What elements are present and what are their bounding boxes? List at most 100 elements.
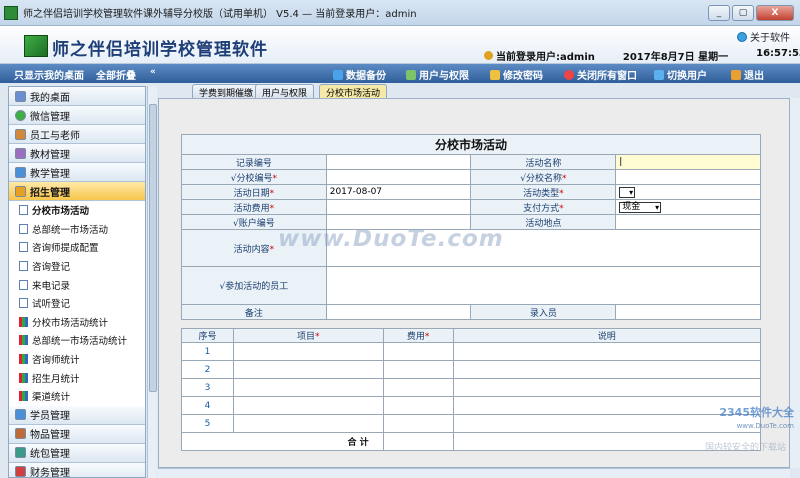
toolbar-button-exit[interactable]: 退出	[731, 67, 764, 82]
sidebar-item-commission-config[interactable]: 咨询师提成配置	[9, 238, 145, 257]
database-icon	[333, 69, 343, 80]
sidebar-section-goods[interactable]: 物品管理	[9, 424, 145, 444]
sidebar-item-consultant-stats[interactable]: 咨询师统计	[9, 350, 145, 369]
fee-cell[interactable]	[382, 360, 454, 379]
participants-field[interactable]	[325, 266, 762, 305]
activity-location-field[interactable]	[615, 214, 761, 230]
desc-cell[interactable]	[452, 360, 762, 379]
item-cell[interactable]	[232, 396, 384, 415]
branch-no-field[interactable]	[325, 169, 472, 185]
sidebar-section-label: 我的桌面	[30, 92, 70, 104]
sidebar-section-package[interactable]: 统包管理	[9, 443, 145, 463]
entered-by-field[interactable]	[615, 304, 761, 320]
sidebar-section-staff[interactable]: 员工与老师	[9, 125, 145, 144]
item-cell[interactable]	[232, 360, 384, 379]
sidebar-section-teaching[interactable]: 教学管理	[9, 163, 145, 182]
sidebar-section-textbook[interactable]: 教材管理	[9, 144, 145, 163]
toolbar-button-password[interactable]: 修改密码	[490, 67, 543, 82]
minimize-button[interactable]: _	[708, 5, 730, 21]
toolbar-button-users[interactable]: 用户与权限	[406, 67, 469, 82]
row-number: 3	[181, 378, 234, 397]
fee-cell[interactable]	[382, 342, 454, 361]
tab-tuition-reminder[interactable]: 学费到期催缴	[192, 84, 261, 99]
payment-method-select[interactable]: 现金	[619, 201, 662, 213]
fee-cell[interactable]	[382, 378, 454, 397]
sidebar-section-desktop[interactable]: 我的桌面	[9, 87, 145, 106]
collapse-all-button[interactable]: 全部折叠	[96, 67, 136, 82]
toolbar-button-switch-user[interactable]: 切换用户	[654, 67, 707, 82]
table-row[interactable]: 1	[181, 342, 762, 361]
desc-cell[interactable]	[452, 396, 762, 415]
window-title: 师之伴侣培训学校管理软件课外辅导分校版（试用单机） V5.4 — 当前登录用户：…	[23, 9, 417, 20]
content-h-scrollbar[interactable]	[158, 468, 790, 478]
sidebar-item-branch-activity[interactable]: 分校市场活动	[9, 201, 145, 220]
desc-cell[interactable]	[452, 378, 762, 397]
sidebar-item-hq-activity[interactable]: 总部统一市场活动	[9, 220, 145, 239]
toolbar-button-label: 用户与权限	[419, 71, 469, 82]
record-no-field[interactable]	[325, 154, 472, 170]
staff-icon	[15, 128, 26, 140]
activity-type-field[interactable]	[615, 184, 761, 200]
activity-date-label: 活动日期*	[181, 184, 327, 200]
about-button[interactable]: 关于软件	[737, 29, 790, 44]
row-number: 1	[181, 342, 234, 361]
tab-branch-activity[interactable]: 分校市场活动	[319, 84, 388, 99]
tab-user-permissions[interactable]: 用户与权限	[255, 84, 315, 99]
sidebar-section-label: 统包管理	[30, 449, 70, 461]
show-desktop-only-button[interactable]: 只显示我的桌面	[14, 67, 84, 82]
fee-cell[interactable]	[382, 414, 454, 433]
item-cell[interactable]	[232, 378, 384, 397]
col-desc: 说明	[452, 328, 762, 343]
branch-name-field[interactable]	[615, 169, 761, 185]
sidebar-scroll-thumb[interactable]	[149, 104, 157, 392]
sidebar-section-students[interactable]: 学员管理	[9, 405, 145, 425]
branch-name-label: √分校名称*	[470, 169, 617, 185]
required-mark: *	[559, 203, 564, 214]
table-row[interactable]: 4	[181, 396, 762, 415]
form-title: 分校市场活动	[181, 134, 761, 155]
sidebar-section-wechat[interactable]: 微信管理	[9, 106, 145, 125]
sidebar-item-consult-register[interactable]: 咨询登记	[9, 257, 145, 276]
item-cell[interactable]	[232, 414, 384, 433]
sidebar-item-channel-stats[interactable]: 渠道统计	[9, 387, 145, 406]
sidebar-item-label: 招生月统计	[32, 373, 80, 385]
sidebar-item-call-records[interactable]: 来电记录	[9, 275, 145, 294]
close-button[interactable]: X	[756, 5, 794, 21]
activity-fee-field[interactable]	[325, 199, 472, 215]
table-row[interactable]: 2	[181, 360, 762, 379]
toolbar-button-close-all[interactable]: 关闭所有窗口	[564, 67, 637, 82]
sidebar-section-enrollment[interactable]: 招生管理	[9, 182, 145, 201]
activity-date-field[interactable]: 2017-08-07	[325, 184, 472, 200]
sidebar-section-label: 员工与老师	[30, 130, 80, 142]
sidebar-item-label: 咨询师统计	[32, 355, 80, 367]
payment-method-field[interactable]: 现金	[615, 199, 761, 215]
toolbar-button-backup[interactable]: 数据备份	[333, 67, 386, 82]
desc-cell[interactable]	[452, 342, 762, 361]
remark-field[interactable]	[325, 304, 472, 320]
sidebar-item-trial-register[interactable]: 试听登记	[9, 294, 145, 313]
sidebar-item-branch-activity-stats[interactable]: 分校市场活动统计	[9, 313, 145, 332]
maximize-button[interactable]: ▢	[732, 5, 754, 21]
item-cell[interactable]	[232, 342, 384, 361]
bar-chart-icon	[19, 391, 28, 402]
fee-cell[interactable]	[382, 396, 454, 415]
table-row[interactable]: 5	[181, 414, 762, 433]
sidebar: 我的桌面 微信管理 员工与老师 教材管理 教学管理 招生管理 分校市场活动 总部…	[8, 86, 146, 478]
branch-no-text: √分校编号	[230, 173, 273, 184]
toolbar-button-label: 切换用户	[667, 71, 707, 82]
activity-type-select[interactable]	[619, 186, 636, 198]
chevron-left-icon[interactable]: «	[150, 67, 156, 77]
switch-user-icon	[654, 69, 664, 80]
sidebar-section-finance[interactable]: 财务管理	[9, 462, 145, 477]
activity-name-label: 活动名称	[470, 154, 617, 170]
sidebar-item-hq-activity-stats[interactable]: 总部统一市场活动统计	[9, 331, 145, 350]
desktop-icon	[15, 90, 26, 102]
sidebar-scrollbar[interactable]	[147, 86, 157, 478]
sidebar-item-monthly-stats[interactable]: 招生月统计	[9, 368, 145, 387]
col-fee: 费用*	[382, 328, 454, 343]
table-row[interactable]: 3	[181, 378, 762, 397]
desc-cell[interactable]	[452, 414, 762, 433]
required-mark: *	[424, 332, 430, 342]
row-number: 2	[181, 360, 234, 379]
activity-name-field[interactable]: |	[615, 154, 761, 170]
